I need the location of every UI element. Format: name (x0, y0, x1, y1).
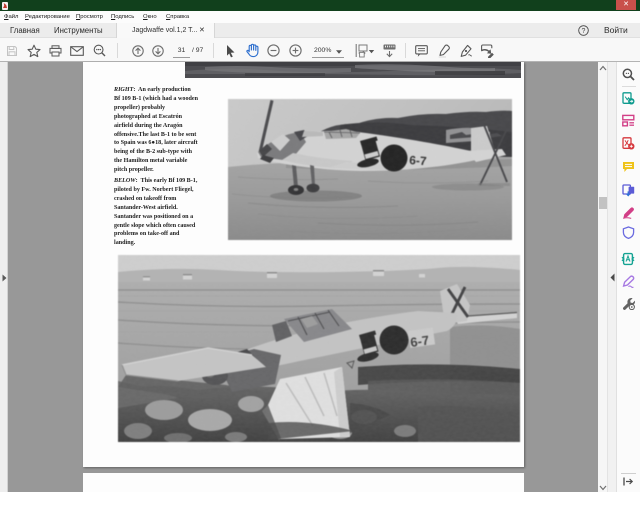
svg-text:?: ? (582, 28, 586, 35)
